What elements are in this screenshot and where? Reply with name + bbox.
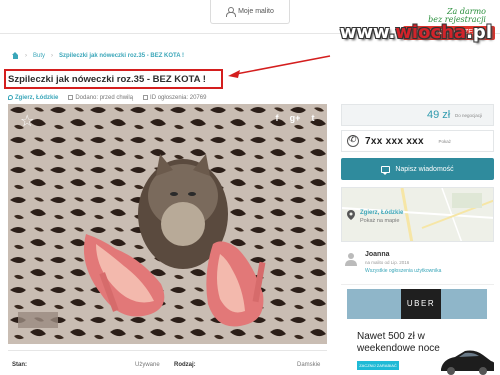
attr-state-value: Używane: [135, 362, 160, 368]
show-phone-link[interactable]: Pokaż: [438, 139, 451, 144]
social-share: f g+ t: [271, 112, 319, 124]
seller-box: Joanna na malito od Lip. 2016 Wszystkie …: [341, 248, 494, 276]
location[interactable]: Zgierz, Łódzkie: [8, 95, 58, 101]
listing-meta: Zgierz, Łódzkie Dodano: przed chwilą ID …: [8, 95, 206, 101]
price: 49 zł: [427, 109, 451, 121]
my-mail-label: Moje malito: [238, 8, 274, 15]
location-pin-icon: [8, 95, 13, 100]
message-icon: [381, 165, 391, 175]
calendar-icon: [68, 95, 74, 100]
listing-photo[interactable]: ☆ f g+ t: [8, 104, 327, 344]
write-message-label: Napisz wiadomość: [395, 165, 454, 173]
facebook-icon[interactable]: f: [271, 112, 283, 124]
attr-type-key: Rodzaj:: [174, 362, 196, 368]
twitter-icon[interactable]: t: [307, 112, 319, 124]
divider: [8, 350, 327, 351]
watermark-logo: www.wiocha.pl: [339, 22, 492, 43]
uber-ad[interactable]: UBER Nawet 500 zł w weekendowe noce ZACZ…: [341, 284, 494, 375]
uber-logo: UBER: [401, 289, 441, 319]
title-highlight-box: Szpileczki jak nóweczki roz.35 - BEZ KOT…: [4, 69, 223, 89]
added-date: Dodano: przed chwilą: [68, 95, 133, 101]
attr-type: Rodzaj:: [174, 362, 196, 368]
user-icon: [226, 7, 237, 17]
seller-name: Joanna: [365, 251, 390, 258]
phone-number: 7xx xxx xxx: [365, 135, 424, 147]
home-icon[interactable]: [12, 52, 19, 59]
my-mail-button[interactable]: Moje malito: [210, 0, 290, 24]
ad-cta-button[interactable]: ZACZNIJ ZARABIAĆ: [357, 361, 399, 370]
map-pin-icon: [347, 210, 355, 220]
breadcrumb-current[interactable]: Szpileczki jak nóweczki roz.35 - BEZ KOT…: [59, 53, 184, 59]
map-box[interactable]: Zgierz, Łódzkie Pokaż na mapie: [341, 187, 494, 242]
price-box: 49 zł Do negocjacji: [341, 104, 494, 126]
page-title: Szpileczki jak nóweczki roz.35 - BEZ KOT…: [8, 73, 206, 85]
write-message-button[interactable]: Napisz wiadomość: [341, 158, 494, 180]
negotiable-label: Do negocjacji: [455, 113, 483, 118]
avatar: [345, 253, 357, 266]
photo-drawing: [8, 104, 327, 344]
phone-box[interactable]: 7xx xxx xxx Pokaż: [341, 130, 494, 152]
watermark: Za darmo bez rejestracji www.wiocha.pl: [340, 8, 492, 42]
breadcrumb-category[interactable]: Buty: [33, 53, 45, 59]
ad-headline-2: weekendowe noce: [357, 343, 440, 354]
ad-banner: UBER: [347, 289, 487, 319]
page: Moje malito DODAJ OGŁOSZENIE Za darmo bez…: [0, 0, 500, 375]
id-icon: [143, 95, 149, 100]
attr-type-value: Damskie: [297, 362, 321, 368]
google-plus-icon[interactable]: g+: [289, 112, 301, 124]
attr-state: Stan:: [12, 362, 27, 368]
show-on-map-link[interactable]: Pokaż na mapie: [360, 218, 399, 224]
attr-state-key: Stan:: [12, 362, 27, 368]
seller-all-ads-link[interactable]: Wszystkie ogłoszenia użytkownika: [365, 268, 441, 274]
ad-id: ID ogłoszenia: 20769: [143, 95, 206, 101]
favorite-star-icon[interactable]: ☆: [20, 114, 36, 130]
breadcrumb: › Buty › Szpileczki jak nóweczki roz.35 …: [12, 52, 184, 59]
car-icon: [441, 350, 494, 375]
seller-since: na malito od Lip. 2016: [365, 260, 410, 265]
map-city: Zgierz, Łódzkie: [360, 210, 404, 216]
phone-icon: [347, 134, 359, 147]
ad-headline-1: Nawet 500 zł w: [357, 331, 425, 342]
